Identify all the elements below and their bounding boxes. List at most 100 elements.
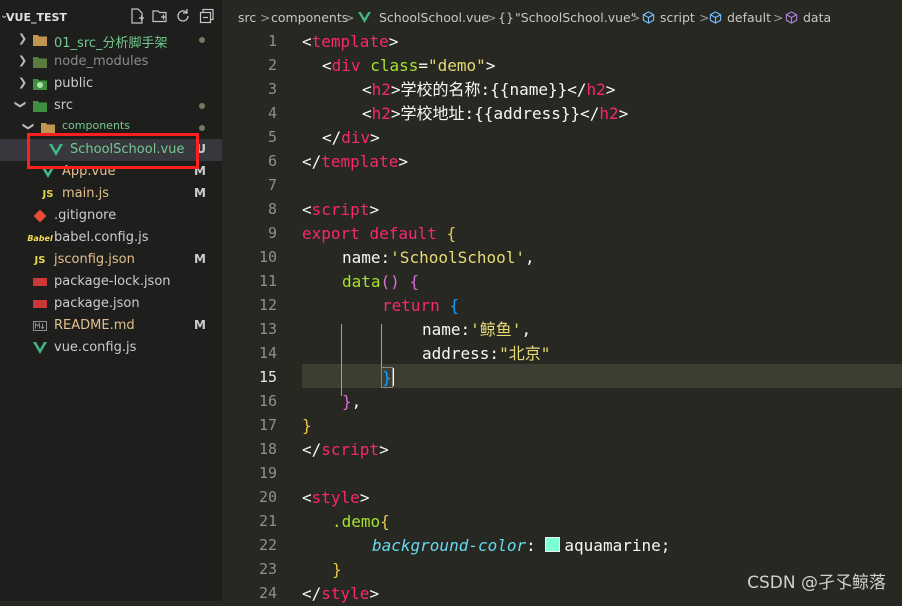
- text-cursor: [391, 368, 394, 386]
- breadcrumb-component[interactable]: "SchoolSchool.vue": [515, 10, 636, 25]
- indent-guide: [341, 324, 342, 396]
- tree-item-src[interactable]: ❯ src: [0, 95, 222, 117]
- chevron-right-icon: ❯: [18, 32, 28, 45]
- chevron-right-icon: ❯: [18, 54, 28, 67]
- chevron-down-icon: ❯: [14, 99, 28, 110]
- line-number: 19: [258, 464, 277, 482]
- tree-item-readme[interactable]: README.md M: [0, 315, 222, 337]
- code-line-15: }: [381, 367, 394, 388]
- tree-item-label: App.vue: [62, 164, 116, 179]
- folder-src-icon: [32, 99, 48, 113]
- tree-item-package-json[interactable]: package.json: [0, 293, 222, 315]
- code-line-4: <h2>学校地址:{{address}}</h2>: [362, 104, 629, 123]
- breadcrumb-separator: >: [344, 10, 355, 25]
- refresh-icon[interactable]: [174, 7, 192, 25]
- code-editor[interactable]: src > components > SchoolSchool.vue > {}…: [222, 0, 902, 603]
- line-number: 11: [258, 272, 277, 290]
- vue-config-icon: [32, 341, 48, 355]
- markdown-file-icon: [32, 319, 48, 333]
- breadcrumb-separator: >: [773, 10, 784, 25]
- code-line-5: </div>: [322, 128, 380, 147]
- workspace-title[interactable]: VUE_TEST: [6, 11, 67, 24]
- collapse-all-icon[interactable]: [198, 7, 216, 25]
- breadcrumb-default[interactable]: default: [727, 10, 771, 25]
- tree-item-label: babel.config.js: [54, 230, 149, 245]
- tree-item-main-js[interactable]: JS main.js M: [0, 183, 222, 205]
- chevron-right-icon: ❯: [18, 76, 28, 89]
- tree-item-label: src: [54, 98, 73, 113]
- tree-item-package-lock[interactable]: package-lock.json: [0, 271, 222, 293]
- breadcrumb-separator: >: [486, 10, 497, 25]
- tree-item-app-vue[interactable]: App.vue M: [0, 161, 222, 183]
- folder-icon: [32, 55, 48, 69]
- tree-item-public[interactable]: ❯ public: [0, 73, 222, 95]
- line-number: 5: [267, 128, 277, 146]
- breadcrumb: src > components > SchoolSchool.vue > {}…: [222, 0, 902, 34]
- code-line-16: },: [342, 392, 362, 411]
- tree-item-label: package-lock.json: [54, 274, 171, 289]
- tree-item-schoolschool-vue[interactable]: SchoolSchool.vue U: [0, 139, 222, 161]
- vue-file-icon: [358, 11, 371, 26]
- git-status-badge: M: [194, 164, 206, 178]
- vue-file-icon: [40, 165, 56, 179]
- breadcrumb-src[interactable]: src: [238, 10, 256, 25]
- line-number: 21: [258, 512, 277, 530]
- line-number: 1: [267, 32, 277, 50]
- breadcrumb-file[interactable]: SchoolSchool.vue: [379, 10, 489, 25]
- code-line-22: background-color: aquamarine;: [372, 536, 671, 555]
- npm-file-icon: [32, 275, 48, 289]
- line-number: 7: [267, 176, 277, 194]
- line-number: 18: [258, 440, 277, 458]
- code-line-12: return {: [382, 296, 460, 315]
- cube-icon: [709, 11, 722, 27]
- tree-item-node-modules[interactable]: ❯ node_modules: [0, 51, 222, 73]
- js-file-icon: JS: [34, 254, 46, 266]
- modified-dot: [199, 103, 205, 109]
- code-line-10: name:'SchoolSchool',: [342, 248, 535, 267]
- tree-item-jsconfig[interactable]: JS jsconfig.json M: [0, 249, 222, 271]
- tree-item-vue-config[interactable]: vue.config.js: [0, 337, 222, 359]
- line-number: 14: [258, 344, 277, 362]
- modified-dot: [199, 125, 205, 131]
- code-line-13: name:'鲸鱼',: [422, 320, 532, 339]
- tree-item-components[interactable]: ❯ components: [0, 117, 222, 139]
- tree-item-label: README.md: [54, 318, 135, 333]
- code-line-18: </script>: [302, 440, 389, 459]
- line-number: 15: [258, 368, 277, 386]
- git-file-icon: [32, 209, 48, 223]
- line-number: 9: [267, 224, 277, 242]
- new-folder-icon[interactable]: [151, 7, 169, 25]
- breadcrumb-components[interactable]: components: [271, 10, 348, 25]
- line-number: 24: [258, 584, 277, 602]
- line-number: 12: [258, 296, 277, 314]
- watermark: CSDN @孑孓鲸落: [747, 573, 886, 593]
- tree-item-01-src[interactable]: ❯ 01_src_分析脚手架: [0, 29, 222, 51]
- folder-public-icon: [32, 77, 48, 91]
- color-swatch[interactable]: [545, 537, 561, 552]
- tree-item-label: .gitignore: [54, 208, 117, 223]
- line-number: 10: [258, 248, 277, 266]
- code-line-9: export default {: [302, 224, 457, 243]
- line-number: 13: [258, 320, 277, 338]
- line-number: 22: [258, 536, 277, 554]
- tree-item-label: package.json: [54, 296, 140, 311]
- code-line-21: .demo{: [332, 512, 390, 531]
- line-number: 20: [258, 488, 277, 506]
- tree-item-babel-config[interactable]: Babel babel.config.js: [0, 227, 222, 249]
- git-status-badge: M: [194, 186, 206, 200]
- tree-item-gitignore[interactable]: .gitignore: [0, 205, 222, 227]
- tree-item-label: components: [62, 119, 130, 132]
- vue-file-icon: [48, 143, 64, 157]
- cube-icon: [642, 11, 655, 27]
- folder-icon: [32, 33, 48, 47]
- breadcrumb-separator: >: [699, 10, 710, 25]
- code-line-24: </style>: [302, 584, 380, 603]
- new-file-icon[interactable]: [128, 7, 146, 25]
- breadcrumb-separator: >: [260, 10, 271, 25]
- breadcrumb-data[interactable]: data: [803, 10, 831, 25]
- breadcrumb-script[interactable]: script: [660, 10, 695, 25]
- code-line-23: }: [332, 560, 342, 579]
- tree-item-label: 01_src_分析脚手架: [54, 36, 168, 51]
- tree-item-label: main.js: [62, 186, 109, 201]
- explorer-sidebar: ⌄ VUE_TEST ❯ 01_src_分析脚手架 ❯ node_modules…: [0, 0, 222, 601]
